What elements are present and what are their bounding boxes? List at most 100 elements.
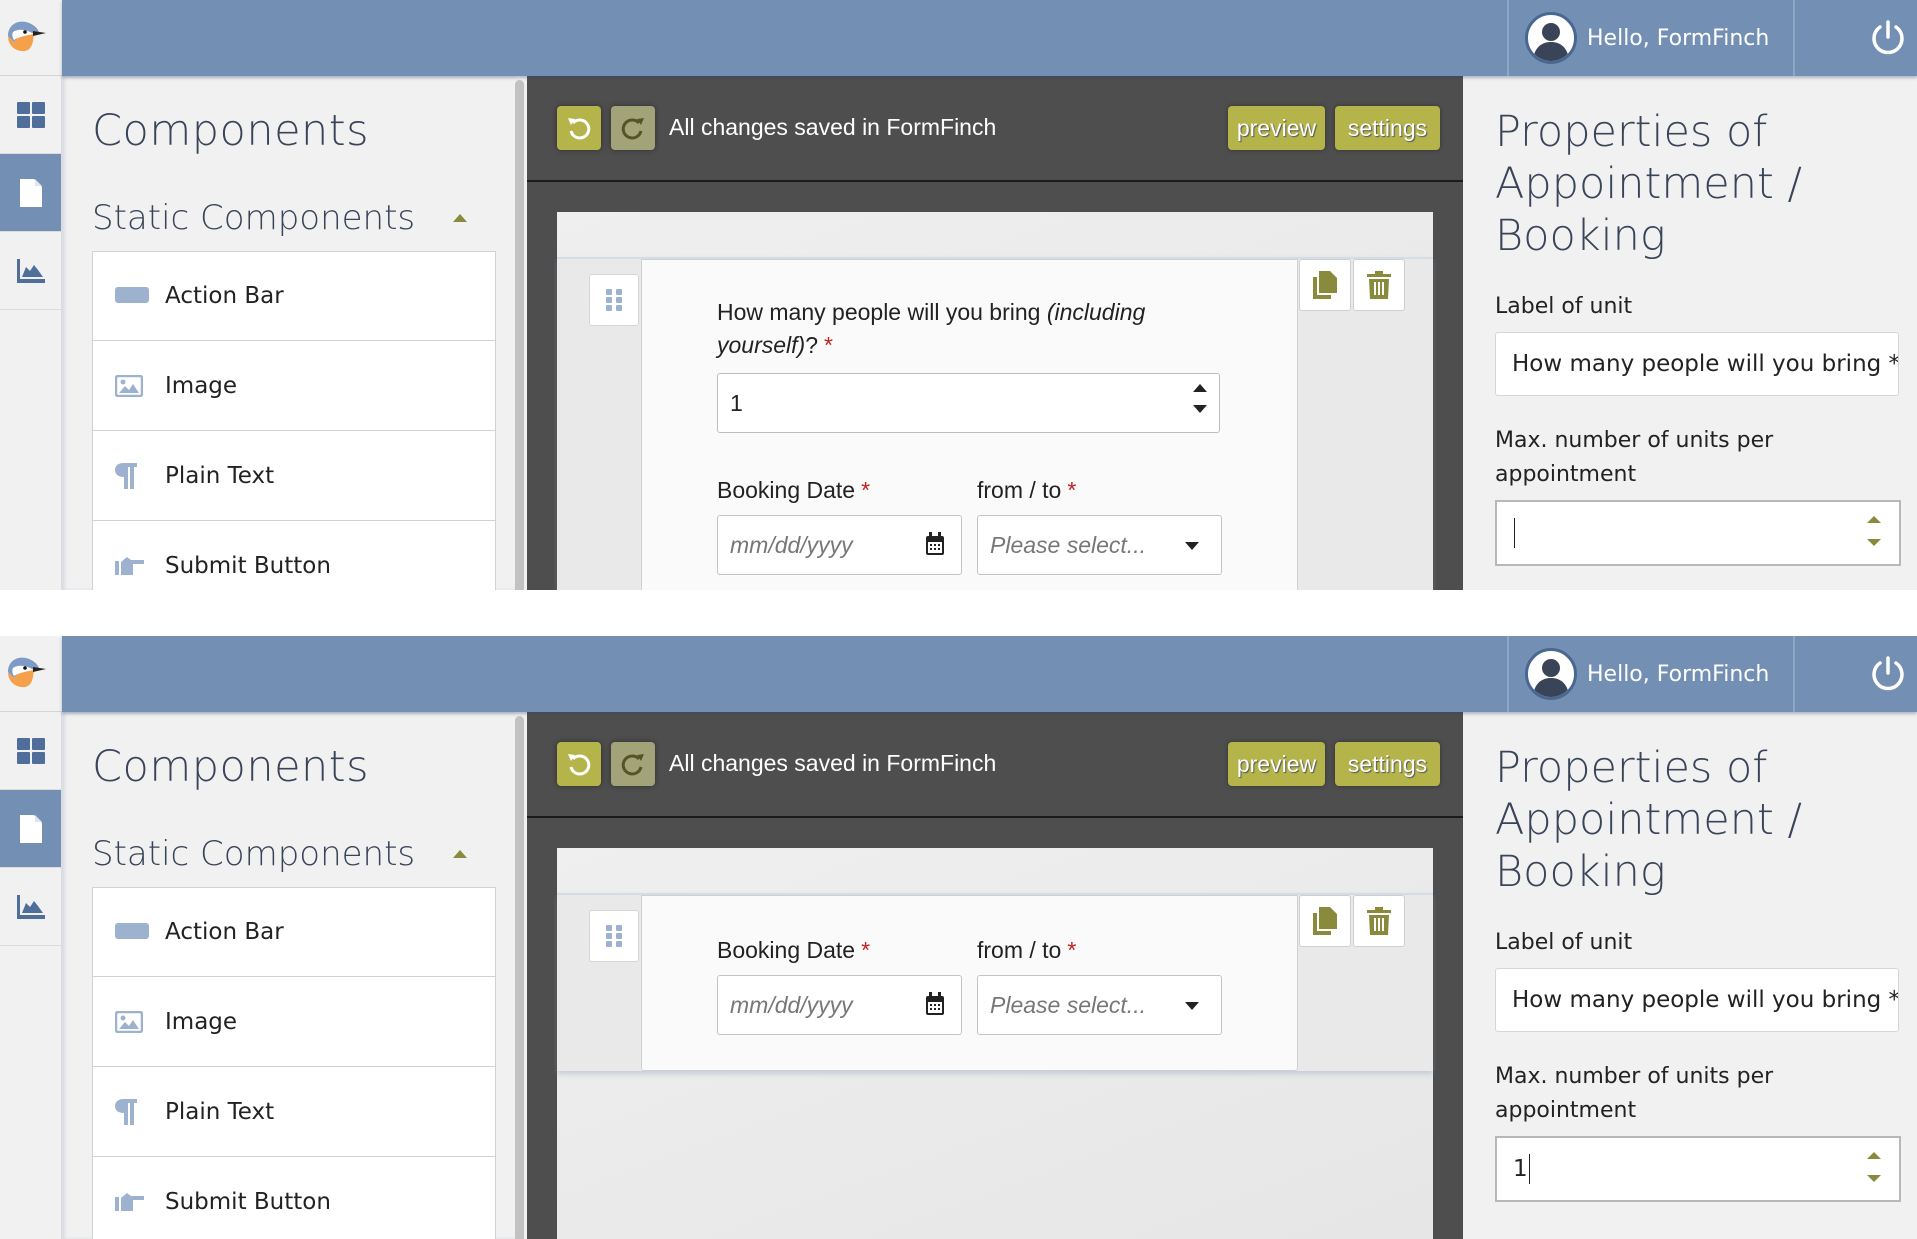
logo[interactable] (0, 0, 62, 76)
dropdown-caret-icon (1185, 542, 1199, 550)
form-page: How many people will you bring (includin… (557, 212, 1433, 590)
component-action-bar[interactable]: Action Bar (92, 887, 496, 977)
pointing-hand-icon (115, 1191, 155, 1213)
rail-item-dashboard[interactable] (0, 76, 61, 154)
paragraph-icon (115, 462, 155, 489)
max-units-spinner[interactable] (1867, 516, 1881, 546)
form-page: Booking Date * from / to * mm/dd/yyyy Plea… (557, 848, 1433, 1239)
components-title: Components (92, 742, 370, 792)
drag-handle[interactable] (589, 910, 639, 962)
drag-grip-icon (606, 925, 622, 947)
section-title: Static Components (92, 834, 416, 874)
redo-icon (621, 118, 644, 140)
static-components-toggle[interactable]: Static Components (92, 198, 485, 238)
component-submit-button[interactable]: Submit Button (92, 1157, 496, 1239)
power-icon (1872, 656, 1904, 691)
people-count-spinner[interactable] (1193, 384, 1207, 413)
document-icon (19, 814, 42, 843)
left-rail (0, 76, 62, 590)
from-to-label: from / to * (977, 474, 1076, 507)
max-units-input[interactable] (1495, 500, 1901, 566)
label-text: from / to (977, 477, 1062, 503)
components-scrollbar[interactable] (515, 80, 524, 590)
text-cursor (1514, 518, 1515, 548)
label-text: Booking Date (717, 937, 856, 963)
booking-date-input[interactable]: mm/dd/yyyy (717, 975, 962, 1035)
components-scrollbar[interactable] (515, 716, 524, 1239)
pointing-hand-icon (115, 555, 155, 577)
user-menu[interactable]: Hello, FormFinch (1507, 636, 1795, 712)
people-count-value: 1 (730, 389, 743, 416)
rail-item-analytics[interactable] (0, 232, 61, 310)
editor-toolbar: All changes saved in FormFinch preview s… (527, 712, 1463, 818)
from-to-select[interactable]: Please select... (977, 515, 1222, 575)
component-plain-text[interactable]: Plain Text (92, 431, 496, 521)
app-header: Hello, FormFinch (0, 636, 1917, 712)
max-units-input[interactable]: 1 (1495, 1136, 1901, 1202)
component-action-bar[interactable]: Action Bar (92, 251, 496, 341)
undo-icon (568, 754, 591, 776)
component-label: Image (165, 372, 238, 399)
max-units-spinner[interactable] (1867, 1152, 1881, 1182)
power-icon (1872, 20, 1904, 55)
duplicate-button[interactable] (1299, 259, 1351, 311)
spin-up-icon (1867, 516, 1881, 523)
label-of-unit-input[interactable]: How many people will you bring * (1495, 968, 1899, 1032)
redo-button[interactable] (611, 106, 655, 150)
top-bar: Hello, FormFinch (62, 0, 1917, 76)
duplicate-button[interactable] (1299, 895, 1351, 947)
spin-up-icon (1867, 1152, 1881, 1159)
rail-item-forms[interactable] (0, 790, 61, 868)
label-text: Booking Date (717, 477, 856, 503)
component-label: Action Bar (165, 919, 284, 945)
settings-button[interactable]: settings (1335, 742, 1440, 786)
spin-down-icon (1867, 539, 1881, 546)
drag-grip-icon (606, 289, 622, 311)
delete-button[interactable] (1353, 895, 1405, 947)
components-title: Components (92, 106, 370, 156)
calendar-icon (926, 992, 944, 1015)
component-list: Action Bar Image Plain Text Submit Butto… (92, 251, 496, 590)
save-status: All changes saved in FormFinch (669, 750, 997, 776)
select-placeholder: Please select... (990, 531, 1146, 558)
required-mark: * (1067, 477, 1077, 503)
component-image[interactable]: Image (92, 341, 496, 431)
people-count-label: How many people will you bring (includin… (717, 296, 1217, 362)
component-plain-text[interactable]: Plain Text (92, 1067, 496, 1157)
booking-date-input[interactable]: mm/dd/yyyy (717, 515, 962, 575)
label-of-unit-input[interactable]: How many people will you bring * (1495, 332, 1899, 396)
settings-button[interactable]: settings (1335, 106, 1440, 150)
caret-up-icon (453, 850, 467, 858)
logout-button[interactable] (1859, 636, 1917, 712)
people-count-input[interactable]: 1 (717, 373, 1220, 433)
redo-button[interactable] (611, 742, 655, 786)
calendar-icon (926, 532, 944, 555)
left-rail (0, 712, 62, 1239)
undo-button[interactable] (557, 742, 601, 786)
drag-handle[interactable] (589, 274, 639, 326)
appointment-booking-card[interactable]: How many people will you bring (includin… (641, 259, 1298, 590)
user-menu[interactable]: Hello, FormFinch (1507, 0, 1795, 76)
screenshot-after: Hello, FormFinch Components Static Compo… (0, 636, 1917, 1239)
preview-button[interactable]: preview (1228, 106, 1325, 150)
component-submit-button[interactable]: Submit Button (92, 521, 496, 590)
component-image[interactable]: Image (92, 977, 496, 1067)
appointment-booking-card[interactable]: Booking Date * from / to * mm/dd/yyyy Plea… (641, 895, 1298, 1071)
delete-button[interactable] (1353, 259, 1405, 311)
properties-title: Properties of Appointment / Booking (1495, 743, 1802, 897)
rail-item-analytics[interactable] (0, 868, 61, 946)
rail-item-forms[interactable] (0, 154, 61, 232)
logo[interactable] (0, 636, 62, 712)
greeting: Hello, FormFinch (1587, 661, 1770, 687)
preview-button[interactable]: preview (1228, 742, 1325, 786)
paragraph-icon (115, 1098, 155, 1125)
undo-button[interactable] (557, 106, 601, 150)
logout-button[interactable] (1859, 0, 1917, 76)
redo-icon (621, 754, 644, 776)
rail-item-dashboard[interactable] (0, 712, 61, 790)
required-mark: * (824, 332, 833, 358)
static-components-toggle[interactable]: Static Components (92, 834, 485, 874)
from-to-select[interactable]: Please select... (977, 975, 1222, 1035)
user-avatar-icon (1525, 12, 1577, 64)
save-status: All changes saved in FormFinch (669, 114, 997, 140)
